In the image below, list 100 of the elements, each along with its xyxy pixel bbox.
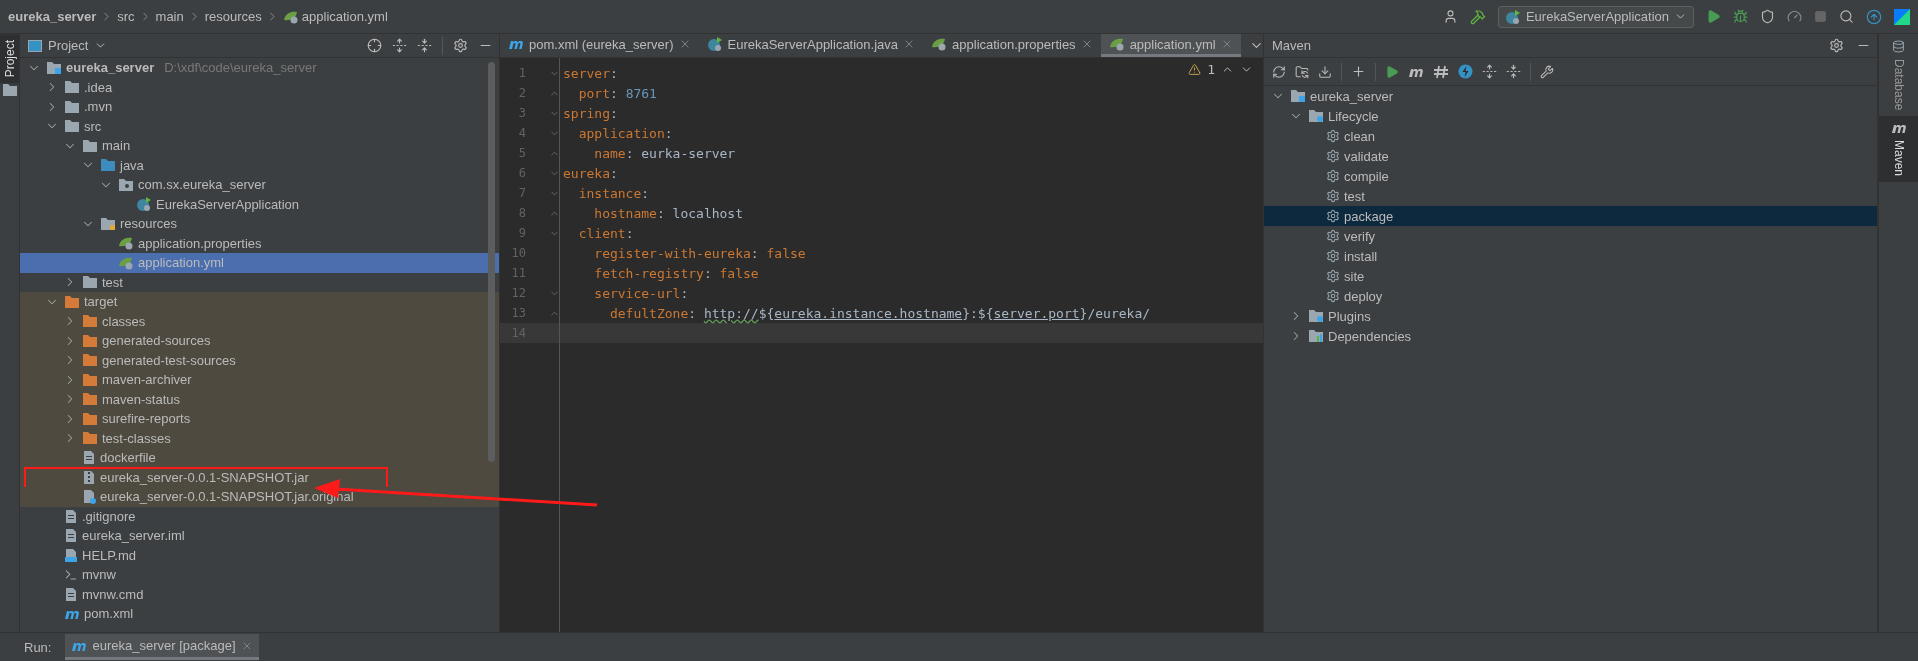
run-icon[interactable] bbox=[1706, 9, 1721, 24]
collapse-all-icon[interactable] bbox=[1506, 64, 1521, 79]
run-icon[interactable] bbox=[1385, 64, 1399, 79]
line-number: 6 bbox=[517, 166, 526, 180]
shield-icon[interactable] bbox=[1760, 9, 1775, 24]
tree-item[interactable]: java bbox=[20, 155, 499, 175]
class-icon bbox=[1504, 8, 1521, 25]
breadcrumb-link[interactable]: main bbox=[155, 9, 184, 24]
tree-item[interactable]: Plugins bbox=[1264, 306, 1877, 326]
code-line: server: bbox=[562, 65, 618, 81]
tree-item[interactable]: install bbox=[1264, 246, 1877, 266]
user-icon[interactable] bbox=[1442, 9, 1458, 24]
tree-item[interactable]: test bbox=[1264, 186, 1877, 206]
tree-item[interactable]: com.sx.eureka_server bbox=[20, 175, 499, 195]
tree-item[interactable]: pom.xml bbox=[20, 604, 499, 624]
tree-item[interactable]: eureka_server D:\xdf\code\eureka_server bbox=[20, 58, 499, 78]
tool-window-tab[interactable]: Maven bbox=[1879, 116, 1918, 183]
editor-tab[interactable]: application.yml bbox=[1100, 34, 1241, 57]
tree-item[interactable]: application.properties bbox=[20, 233, 499, 253]
file-icon bbox=[82, 450, 96, 466]
tree-item[interactable]: HELP.md bbox=[20, 545, 499, 565]
tree-item[interactable]: verify bbox=[1264, 226, 1877, 246]
tool-window-tab[interactable]: Project bbox=[0, 34, 19, 84]
tree-item[interactable]: eureka_server-0.0.1-SNAPSHOT.jar.original bbox=[20, 487, 499, 507]
tree-item[interactable]: eureka_server bbox=[1264, 86, 1877, 106]
lightning-icon[interactable] bbox=[1458, 64, 1473, 79]
tree-item[interactable]: main bbox=[20, 136, 499, 156]
tree-item[interactable]: test bbox=[20, 272, 499, 292]
code-line: fetch-registry: false bbox=[593, 265, 759, 281]
folder-icon bbox=[82, 138, 98, 153]
tree-item[interactable]: mvnw.cmd bbox=[20, 584, 499, 604]
locate-icon[interactable] bbox=[367, 38, 382, 53]
add-icon[interactable] bbox=[1351, 64, 1366, 79]
tree-item[interactable]: mvnw bbox=[20, 565, 499, 585]
refresh-icon[interactable] bbox=[1272, 64, 1286, 79]
breadcrumb-link[interactable]: application.yml bbox=[282, 9, 388, 24]
expand-all-icon[interactable] bbox=[1482, 64, 1497, 79]
wrench-icon[interactable] bbox=[1540, 64, 1554, 79]
tree-item[interactable]: maven-archiver bbox=[20, 370, 499, 390]
folder-icon bbox=[64, 99, 80, 114]
tree-item[interactable]: surefire-reports bbox=[20, 409, 499, 429]
terminal-icon bbox=[64, 567, 78, 582]
tree-item[interactable]: clean bbox=[1264, 126, 1877, 146]
code-line: instance: bbox=[577, 185, 650, 201]
tree-item[interactable]: resources bbox=[20, 214, 499, 234]
gauge-icon[interactable] bbox=[1787, 9, 1802, 24]
folder-icon bbox=[82, 314, 98, 329]
folder-icon bbox=[64, 294, 80, 309]
tree-item[interactable]: eureka_server.iml bbox=[20, 526, 499, 546]
app-logo-icon[interactable] bbox=[1894, 8, 1910, 25]
tree-item[interactable]: validate bbox=[1264, 146, 1877, 166]
editor-tab[interactable]: application.properties bbox=[923, 34, 1101, 57]
tree-item[interactable]: src bbox=[20, 116, 499, 136]
editor-tab[interactable]: EurekaServerApplication.java bbox=[698, 34, 924, 57]
tree-item[interactable]: site bbox=[1264, 266, 1877, 286]
settings-icon[interactable] bbox=[1829, 38, 1844, 53]
tree-item[interactable]: generated-sources bbox=[20, 331, 499, 351]
editor-tab[interactable]: pom.xml (eureka_server) bbox=[500, 34, 699, 57]
tree-item[interactable]: package bbox=[1264, 206, 1877, 226]
tree-item[interactable]: eureka_server-0.0.1-SNAPSHOT.jar bbox=[20, 467, 499, 487]
skip-tests-icon[interactable] bbox=[1433, 64, 1449, 79]
run-config-dropdown[interactable]: EurekaServerApplication bbox=[1497, 5, 1694, 28]
tree-item[interactable]: compile bbox=[1264, 166, 1877, 186]
code-line: hostname: localhost bbox=[593, 205, 743, 221]
breadcrumb-link[interactable]: eureka_server bbox=[8, 9, 97, 24]
expand-all-icon[interactable] bbox=[392, 38, 407, 53]
breadcrumb-link[interactable]: src bbox=[117, 9, 135, 24]
archive-icon bbox=[82, 469, 96, 485]
update-icon[interactable] bbox=[1866, 8, 1882, 25]
tree-item[interactable]: .gitignore bbox=[20, 506, 499, 526]
tree-item[interactable]: deploy bbox=[1264, 286, 1877, 306]
view-dropdown[interactable]: Project bbox=[28, 38, 108, 53]
search-icon[interactable] bbox=[1839, 9, 1854, 24]
gear-icon bbox=[1326, 289, 1340, 303]
tree-item[interactable]: dockerfile bbox=[20, 448, 499, 468]
bug-icon[interactable] bbox=[1733, 9, 1748, 24]
folder-icon bbox=[82, 353, 98, 368]
tree-item[interactable]: Lifecycle bbox=[1264, 106, 1877, 126]
collapse-all-icon[interactable] bbox=[417, 38, 432, 53]
line-number: 2 bbox=[517, 86, 526, 100]
scrollbar[interactable] bbox=[488, 62, 495, 462]
hammer-icon[interactable] bbox=[1469, 8, 1486, 25]
tree-item[interactable]: .mvn bbox=[20, 97, 499, 117]
settings-icon[interactable] bbox=[453, 38, 468, 53]
leaf-icon bbox=[1108, 37, 1125, 51]
folder-sync-icon[interactable] bbox=[1295, 64, 1309, 79]
stop-icon[interactable] bbox=[1814, 10, 1827, 23]
tree-item[interactable]: .idea bbox=[20, 77, 499, 97]
run-tab[interactable]: eureka_server [package] bbox=[65, 634, 259, 660]
leaf-icon bbox=[282, 9, 299, 24]
tree-item[interactable]: Dependencies bbox=[1264, 326, 1877, 346]
warning-count[interactable]: 1 bbox=[1207, 62, 1215, 77]
breadcrumb-link[interactable]: resources bbox=[204, 9, 262, 24]
tree-item[interactable]: EurekaServerApplication bbox=[20, 194, 499, 214]
tree-item[interactable]: target bbox=[20, 292, 499, 312]
line-number: 9 bbox=[517, 226, 526, 240]
maven-icon bbox=[1890, 122, 1907, 135]
download-icon[interactable] bbox=[1318, 64, 1332, 79]
tool-window-tab[interactable]: Database bbox=[1879, 34, 1918, 117]
line-number: 7 bbox=[517, 186, 526, 200]
